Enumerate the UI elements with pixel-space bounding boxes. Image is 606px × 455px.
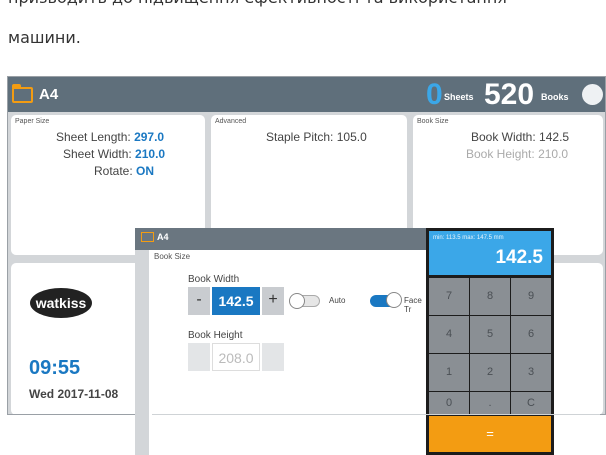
document-text-line-1: призводить до підвищення ефективності та… <box>8 0 598 10</box>
sheet-length-label: Sheet Length: <box>56 130 131 144</box>
paper-name: A4 <box>39 86 59 103</box>
book-width-decrement-button[interactable]: - <box>188 287 210 315</box>
books-label: Books <box>541 92 569 102</box>
numeric-keypad: min: 113.5 max: 147.5 mm 142.5 7 8 9 4 5… <box>426 228 554 455</box>
panel-title: Paper Size <box>15 118 50 125</box>
face-trim-toggle[interactable] <box>370 292 402 308</box>
book-height-increment-button <box>262 343 284 371</box>
book-width-field-label: Book Width <box>188 274 240 285</box>
clock-time: 09:55 <box>29 357 81 379</box>
toggle-knob-icon <box>289 293 305 309</box>
divider-line <box>152 414 600 415</box>
book-height-value: 210.0 <box>538 147 569 161</box>
dialog-header-bar: A4 <box>135 228 430 250</box>
panel-title: Advanced <box>215 118 247 125</box>
key-2[interactable]: 2 <box>470 354 510 391</box>
key-8[interactable]: 8 <box>470 278 510 315</box>
book-height-field-label: Book Height <box>188 330 243 341</box>
book-width-label: Book Width: <box>471 130 536 144</box>
book-size-dialog: Book Size Book Width - 142.5 + Auto Face… <box>135 250 430 455</box>
folder-icon[interactable] <box>12 84 33 103</box>
keypad-range: min: 113.5 max: 147.5 mm <box>433 235 504 241</box>
key-decimal[interactable]: . <box>470 392 510 414</box>
auto-label: Auto <box>329 296 346 305</box>
book-width-increment-button[interactable]: + <box>262 287 284 315</box>
book-width-input[interactable]: 142.5 <box>212 287 260 315</box>
key-7[interactable]: 7 <box>429 278 469 315</box>
rotate-label: Rotate: <box>94 164 133 178</box>
enter-button[interactable]: = <box>429 416 551 452</box>
keypad-display: min: 113.5 max: 147.5 mm 142.5 <box>429 231 551 275</box>
key-1[interactable]: 1 <box>429 354 469 391</box>
panel-title: Book Size <box>417 118 449 125</box>
staple-pitch-label: Staple Pitch: <box>266 130 334 144</box>
folder-icon <box>141 232 154 242</box>
dialog-bar-title: A4 <box>157 232 169 242</box>
sheets-count: 0 <box>426 78 443 111</box>
keypad-value: 142.5 <box>495 247 543 268</box>
sheet-width-row: Sheet Width: 210.0 <box>63 147 165 161</box>
auto-toggle[interactable] <box>289 293 320 309</box>
top-bar: A4 0 Sheets 520 Books <box>8 77 605 112</box>
book-height-label: Book Height: <box>466 147 535 161</box>
book-width-row: Book Width: 142.5 <box>471 130 569 144</box>
key-3[interactable]: 3 <box>511 354 551 391</box>
book-height-row: Book Height: 210.0 <box>466 147 568 161</box>
rotate-value: ON <box>136 164 155 178</box>
clock-date: Wed 2017-11-08 <box>29 387 119 401</box>
key-6[interactable]: 6 <box>511 316 551 353</box>
dialog-title: Book Size <box>154 252 191 261</box>
staple-pitch-row: Staple Pitch: 105.0 <box>266 130 367 144</box>
sheet-length-row: Sheet Length: 297.0 <box>56 130 164 144</box>
rotate-row: Rotate: ON <box>94 164 154 178</box>
staple-pitch-value: 105.0 <box>336 130 367 144</box>
watkiss-logo: watkiss <box>30 288 92 318</box>
books-count: 520 <box>484 78 535 111</box>
status-indicator-icon[interactable] <box>582 84 603 105</box>
book-height-decrement-button <box>188 343 210 371</box>
document-text-line-2: машини. <box>8 28 81 47</box>
sheet-width-label: Sheet Width: <box>63 147 132 161</box>
key-9[interactable]: 9 <box>511 278 551 315</box>
key-0[interactable]: 0 <box>429 392 469 414</box>
key-clear[interactable]: C <box>511 392 551 414</box>
dialog-body: Book Size Book Width - 142.5 + Auto Face… <box>149 250 430 455</box>
sheet-width-value: 210.0 <box>135 147 166 161</box>
book-height-input: 208.0 <box>212 343 260 371</box>
key-5[interactable]: 5 <box>470 316 510 353</box>
sheets-label: Sheets <box>444 92 474 102</box>
book-width-value: 142.5 <box>539 130 570 144</box>
toggle-knob-icon <box>386 292 402 308</box>
key-4[interactable]: 4 <box>429 316 469 353</box>
sheet-length-value: 297.0 <box>134 130 165 144</box>
